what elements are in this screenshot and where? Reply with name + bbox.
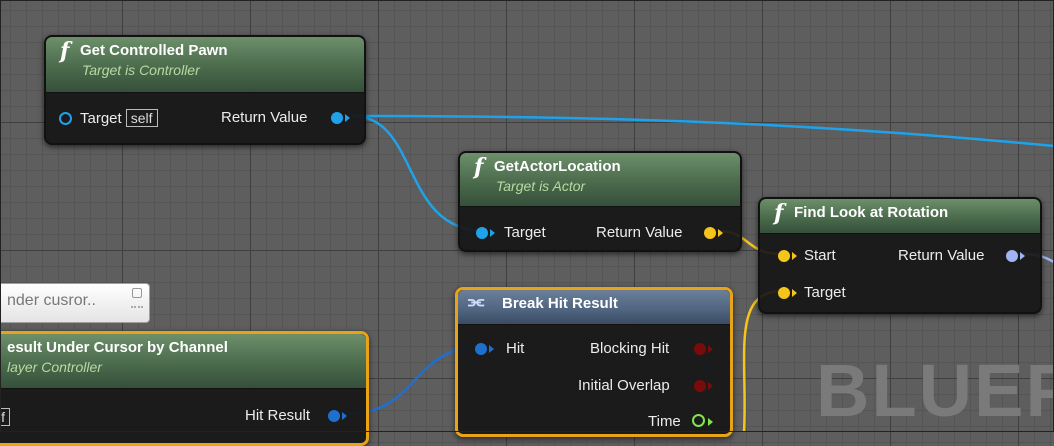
pin-label-hit: Hit [506,340,525,357]
node-get-controlled-pawn[interactable]: f Get Controlled Pawn Target is Controll… [44,35,366,145]
pin-icon[interactable] [132,288,142,298]
pin-label: Target [80,110,122,127]
node-break-hit-result[interactable]: ⫘ Break Hit Result Hit Blocking Hit Init… [455,287,733,437]
input-pin-icon[interactable] [778,287,790,299]
node-title: esult Under Cursor by Channel [7,339,228,356]
function-icon: f [60,38,70,64]
output-pin-icon[interactable] [704,227,716,239]
node-title: Get Controlled Pawn [80,42,228,59]
input-pin-icon[interactable] [475,343,487,355]
node-header: f GetActorLocation Target is Actor [460,153,740,207]
node-header: f Find Look at Rotation [760,199,1040,234]
comment-bubble[interactable]: nder cusror.. [0,283,150,323]
wire-pawn-to-right [351,114,1054,148]
node-subtitle: Target is Actor [496,178,586,194]
node-title: Find Look at Rotation [794,204,949,221]
node-header: esult Under Cursor by Channel layer Cont… [0,334,366,389]
function-icon: f [774,200,784,226]
blueprint-watermark: BLUEP [816,349,1054,432]
node-get-actor-location[interactable]: f GetActorLocation Target is Actor Targe… [458,151,742,252]
self-default-value[interactable]: lf [0,408,10,426]
pin-label-hit-result: Hit Result [245,407,311,424]
output-pin-icon[interactable] [694,380,706,392]
pin-label-return-value: Return Value [898,247,985,264]
output-pin-icon[interactable] [331,112,343,124]
break-struct-icon: ⫘ [468,291,485,311]
node-get-hit-result-under-cursor[interactable]: esult Under Cursor by Channel layer Cont… [0,331,369,446]
pin-arrow-icon [708,345,713,353]
self-default-value[interactable]: self [125,109,158,127]
node-header: f Get Controlled Pawn Target is Controll… [46,37,364,93]
node-subtitle: Target is Controller [82,62,200,78]
pin-arrow-icon [792,252,797,260]
input-pin-icon[interactable] [778,250,790,262]
pin-label-target: Target [804,284,846,301]
pin-arrow-icon [718,229,723,237]
comment-text: nder cusror.. [7,292,96,309]
node-title: GetActorLocation [494,158,621,175]
pin-label-start: Start [804,247,836,264]
resize-handle-icon[interactable] [131,306,143,318]
node-title: Break Hit Result [502,295,618,312]
pin-label-time: Time [648,413,681,430]
output-pin-icon[interactable] [1006,250,1018,262]
pin-arrow-icon [489,345,494,353]
input-pin-icon[interactable] [476,227,488,239]
input-pin-icon[interactable] [59,112,72,125]
node-find-look-at-rotation[interactable]: f Find Look at Rotation Start Return Val… [758,197,1042,314]
node-header: ⫘ Break Hit Result [458,290,730,325]
pin-arrow-icon [708,418,713,426]
function-icon: f [474,154,484,180]
output-pin-icon[interactable] [694,343,706,355]
output-pin-icon[interactable] [328,410,340,422]
pin-label-blocking-hit: Blocking Hit [590,340,670,357]
pin-label-target: Target [504,224,546,241]
pin-label-return-value: Return Value [596,224,683,241]
node-subtitle: layer Controller [7,359,102,375]
pin-arrow-icon [342,412,347,420]
pin-arrow-icon [490,229,495,237]
pin-label-initial-overlap: Initial Overlap [578,377,670,394]
pin-label-return-value: Return Value [221,109,308,126]
pin-arrow-icon [345,114,350,122]
pin-arrow-icon [708,382,713,390]
pin-arrow-icon [1020,252,1025,260]
output-pin-icon[interactable] [692,414,705,427]
pin-target-row: Target self [80,109,158,128]
pin-arrow-icon [792,289,797,297]
